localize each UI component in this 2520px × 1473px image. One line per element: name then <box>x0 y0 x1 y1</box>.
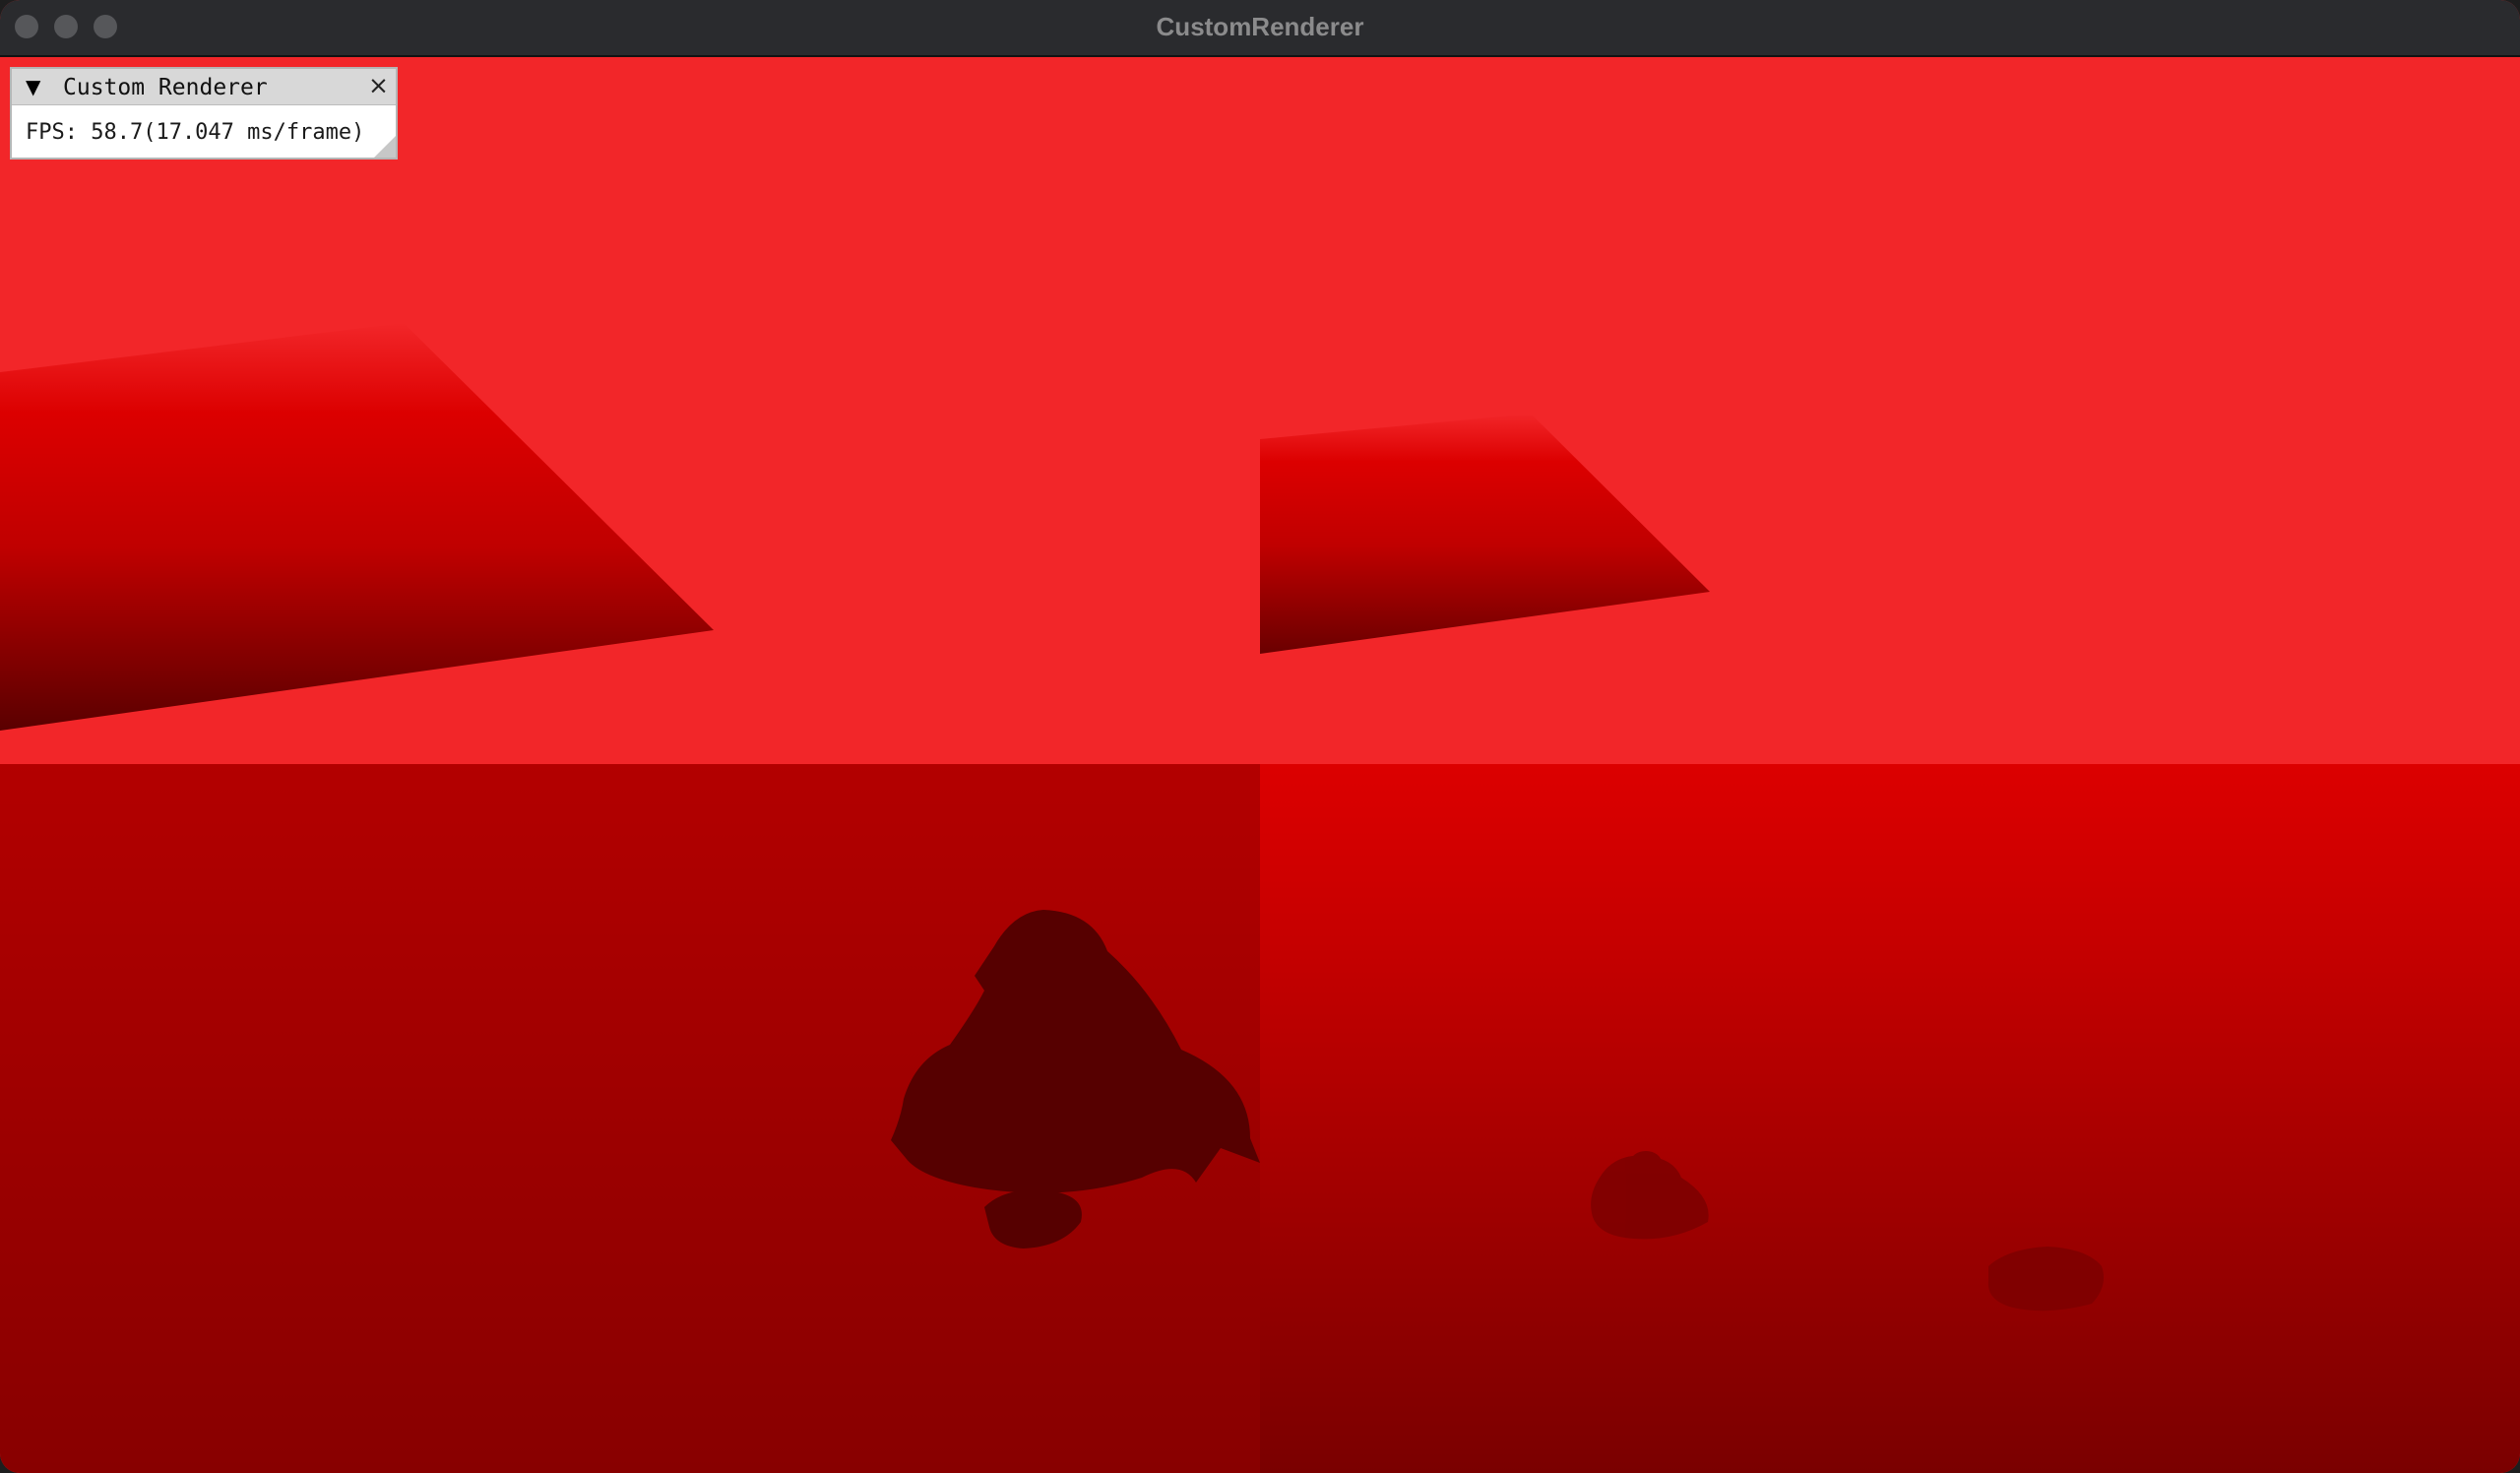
close-icon[interactable]: × <box>368 73 389 98</box>
viewport-bottom-left <box>0 764 1260 1473</box>
ground-plane <box>0 323 714 731</box>
character-shadow <box>891 910 1260 1249</box>
resize-grip-icon[interactable] <box>374 136 396 158</box>
character-shadows <box>1591 1151 2105 1312</box>
plane-render-top-left <box>0 323 714 731</box>
ground-plane <box>1260 414 1710 654</box>
render-viewport[interactable] <box>0 57 2520 1473</box>
viewport-top-left <box>0 57 1260 764</box>
fps-readout: FPS: 58.7(17.047 ms/frame) <box>26 120 365 145</box>
title-bar[interactable]: CustomRenderer <box>0 0 2520 57</box>
window-title: CustomRenderer <box>1156 12 1364 41</box>
viewport-top-right <box>1260 57 2520 764</box>
shadow-render-bottom-left <box>891 910 1260 1249</box>
panel-title: Custom Renderer <box>63 75 268 100</box>
app-window: CustomRenderer ▼ Custom Renderer × FPS: … <box>0 0 2520 1473</box>
panel-header[interactable]: ▼ Custom Renderer × <box>12 69 396 105</box>
collapse-triangle-icon[interactable]: ▼ <box>26 76 40 97</box>
shadow-render-bottom-right <box>1591 1151 2105 1312</box>
plane-render-top-right <box>1260 414 1710 654</box>
custom-renderer-panel[interactable]: ▼ Custom Renderer × FPS: 58.7(17.047 ms/… <box>10 67 398 160</box>
viewport-bottom-right <box>1260 764 2520 1473</box>
